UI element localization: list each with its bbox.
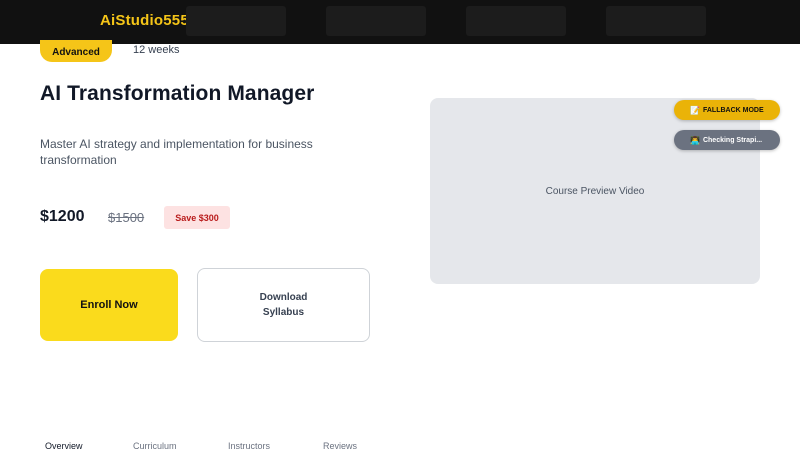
fallback-mode-label: FALLBACK MODE [702, 106, 764, 114]
course-duration: 12 weeks [133, 44, 180, 56]
current-price: $1200 [40, 208, 85, 225]
video-placeholder-label: Course Preview Video [545, 185, 645, 197]
fallback-mode-indicator: 📝 FALLBACK MODE [674, 100, 780, 120]
savings-badge: Save $300 [164, 206, 230, 229]
course-title: AI Transformation Manager [40, 82, 315, 105]
nav-item-placeholder[interactable] [186, 6, 286, 36]
person-icon: 👨‍💻 [690, 135, 700, 145]
course-description: Master AI strategy and implementation fo… [40, 137, 313, 167]
enroll-now-button[interactable]: Enroll Now [40, 269, 178, 341]
nav-item-placeholder[interactable] [326, 6, 426, 36]
download-syllabus-button[interactable]: Download Syllabus [197, 268, 370, 342]
checking-strapi-label: Checking Strapi... [702, 136, 763, 144]
top-navbar: AiStudio555 [0, 0, 800, 44]
tab-curriculum[interactable]: Curriculum [133, 441, 177, 450]
tab-reviews[interactable]: Reviews [323, 441, 357, 450]
original-price: $1500 [108, 210, 145, 225]
course-preview-video[interactable]: Course Preview Video [430, 98, 760, 284]
nav-item-placeholder[interactable] [466, 6, 566, 36]
tab-overview[interactable]: Overview [45, 441, 83, 450]
brand-logo[interactable]: AiStudio555 [100, 12, 189, 29]
memo-icon: 📝 [690, 105, 700, 115]
tab-instructors[interactable]: Instructors [228, 441, 270, 450]
checking-strapi-indicator: 👨‍💻 Checking Strapi... [674, 130, 780, 150]
nav-item-placeholder[interactable] [606, 6, 706, 36]
level-badge: Advanced [40, 40, 112, 62]
